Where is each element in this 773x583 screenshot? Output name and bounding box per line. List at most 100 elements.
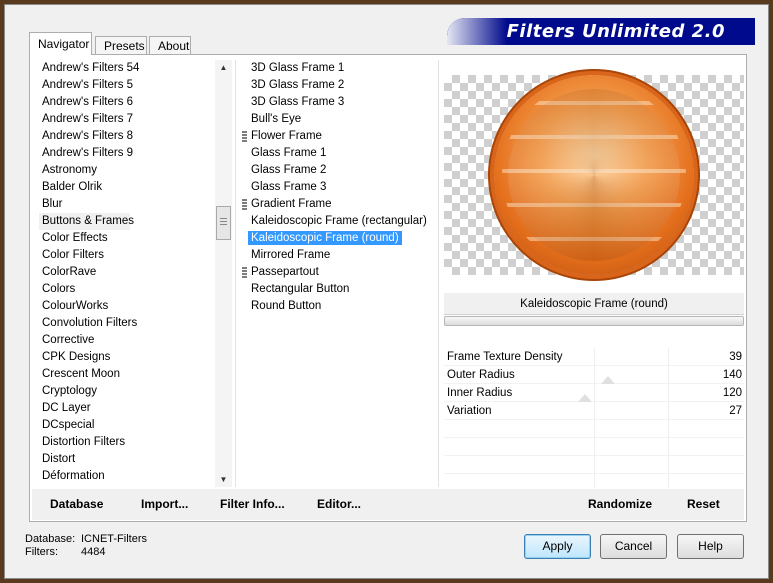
filter-item-label: Kaleidoscopic Frame (rectangular) <box>251 215 427 227</box>
filter-info-button[interactable]: Filter Info... <box>220 497 285 511</box>
filter-item[interactable]: Glass Frame 3 <box>244 179 429 196</box>
editor-button[interactable]: Editor... <box>317 497 361 511</box>
filter-item[interactable]: Rectangular Button <box>244 281 429 298</box>
filter-item-label: Bull's Eye <box>251 113 302 125</box>
param-label: Outer Radius <box>447 369 515 381</box>
preview-filter-name: Kaleidoscopic Frame (round) <box>444 293 744 315</box>
status-info: Database: ICNET-Filters Filters: 4484 <box>25 533 147 559</box>
slider-marker-icon <box>578 394 592 402</box>
filter-item[interactable]: 3D Glass Frame 1 <box>244 60 429 77</box>
category-item[interactable]: Crescent Moon <box>39 366 219 383</box>
filter-item-label: Passepartout <box>251 266 319 278</box>
param-label: Inner Radius <box>447 387 513 399</box>
param-empty-row <box>444 438 744 456</box>
param-frame-texture-density[interactable]: Frame Texture Density 39 <box>444 348 744 366</box>
category-item[interactable]: Astronomy <box>39 162 219 179</box>
param-empty-row <box>444 456 744 474</box>
param-value: 140 <box>722 369 742 381</box>
filter-item-label: Kaleidoscopic Frame (round) <box>248 231 402 245</box>
scroll-down-icon[interactable]: ▼ <box>219 475 228 484</box>
category-item[interactable]: Andrew's Filters 54 <box>39 60 219 77</box>
param-label: Variation <box>447 405 492 417</box>
preview-image <box>494 75 694 275</box>
category-item[interactable]: DC Layer <box>39 400 219 417</box>
category-item[interactable]: Andrew's Filters 6 <box>39 94 219 111</box>
randomize-button[interactable]: Randomize <box>588 497 652 511</box>
category-item[interactable]: Blur <box>39 196 219 213</box>
reset-button[interactable]: Reset <box>687 497 720 511</box>
banner-title: Filters Unlimited 2.0 <box>506 21 725 42</box>
database-button[interactable]: Database <box>50 497 103 511</box>
filter-item[interactable]: Gradient Frame <box>242 196 429 213</box>
category-item[interactable]: Color Effects <box>39 230 219 247</box>
filter-item-label: Rectangular Button <box>251 283 350 295</box>
import-button[interactable]: Import... <box>141 497 188 511</box>
tab-navigator[interactable]: Navigator <box>29 32 92 55</box>
category-item[interactable]: Andrew's Filters 7 <box>39 111 219 128</box>
filter-item[interactable]: Glass Frame 1 <box>244 145 429 162</box>
param-value: 27 <box>729 405 742 417</box>
category-item[interactable]: Cryptology <box>39 383 219 400</box>
filter-item-label: 3D Glass Frame 2 <box>251 79 345 91</box>
category-item[interactable]: Convolution Filters <box>39 315 219 332</box>
param-value: 39 <box>729 351 742 363</box>
filter-item-label: Glass Frame 1 <box>251 147 327 159</box>
database-label: Database: <box>25 533 76 545</box>
database-value: ICNET-Filters <box>81 533 147 545</box>
filter-item[interactable]: Round Button <box>244 298 429 315</box>
category-item[interactable]: Andrew's Filters 9 <box>39 145 219 162</box>
filter-item[interactable]: Flower Frame <box>242 128 429 145</box>
filter-item[interactable]: 3D Glass Frame 3 <box>244 94 429 111</box>
banner: Filters Unlimited 2.0 <box>447 18 755 45</box>
category-list[interactable]: Andrew's Filters 54 Andrew's Filters 5 And… <box>39 60 219 487</box>
filter-item[interactable]: Bull's Eye <box>244 111 429 128</box>
progress-bar <box>444 316 744 326</box>
tab-presets[interactable]: Presets <box>95 36 147 54</box>
tab-about[interactable]: About <box>149 36 191 54</box>
category-item[interactable]: Andrew's Filters 8 <box>39 128 219 145</box>
category-item[interactable]: ColourWorks <box>39 298 219 315</box>
param-inner-radius[interactable]: Inner Radius 120 <box>444 384 744 402</box>
filter-list[interactable]: 3D Glass Frame 1 3D Glass Frame 2 3D Glass… <box>242 60 429 315</box>
filter-item-label: 3D Glass Frame 1 <box>251 62 345 74</box>
category-scrollbar[interactable]: ▲ ▼ <box>215 60 232 487</box>
slider-marker-icon <box>601 376 615 384</box>
category-item[interactable]: Andrew's Filters 5 <box>39 77 219 94</box>
filter-item[interactable]: Glass Frame 2 <box>244 162 429 179</box>
param-outer-radius[interactable]: Outer Radius 140 <box>444 366 744 384</box>
param-value: 120 <box>722 387 742 399</box>
category-item[interactable]: Distort <box>39 451 219 468</box>
column-divider <box>438 60 439 487</box>
filter-item[interactable]: Mirrored Frame <box>244 247 429 264</box>
param-variation[interactable]: Variation 27 <box>444 402 744 420</box>
parameter-list: Frame Texture Density 39 Outer Radius 14… <box>444 348 744 492</box>
filter-item[interactable]: 3D Glass Frame 2 <box>244 77 429 94</box>
filter-item[interactable]: Kaleidoscopic Frame (rectangular) <box>244 213 429 230</box>
help-button[interactable]: Help <box>677 534 744 559</box>
cancel-button[interactable]: Cancel <box>600 534 667 559</box>
category-item[interactable]: Déformation <box>39 468 219 485</box>
param-label: Frame Texture Density <box>447 351 563 363</box>
category-item[interactable]: Color Filters <box>39 247 219 264</box>
category-item[interactable]: Colors <box>39 281 219 298</box>
category-item[interactable]: Buttons & Frames <box>39 213 134 230</box>
category-item[interactable]: ColorRave <box>39 264 219 281</box>
filter-item[interactable]: Kaleidoscopic Frame (round) <box>244 230 429 247</box>
action-bar: Database Import... Filter Info... Editor… <box>32 489 744 520</box>
dialog-window: Filters Unlimited 2.0 Navigator Presets … <box>4 4 769 579</box>
filter-item-label: Glass Frame 2 <box>251 164 327 176</box>
filter-item-label: Round Button <box>251 300 322 312</box>
filter-item-label: Glass Frame 3 <box>251 181 327 193</box>
category-item[interactable]: Distortion Filters <box>39 434 219 451</box>
filter-item[interactable]: Passepartout <box>242 264 429 281</box>
apply-button[interactable]: Apply <box>524 534 591 559</box>
scroll-thumb[interactable] <box>216 206 231 240</box>
category-item[interactable]: DCspecial <box>39 417 219 434</box>
category-item[interactable]: Corrective <box>39 332 219 349</box>
category-item[interactable]: CPK Designs <box>39 349 219 366</box>
preview-area <box>444 75 744 275</box>
filters-count: 4484 <box>81 546 106 558</box>
scroll-up-icon[interactable]: ▲ <box>219 63 228 72</box>
category-item[interactable]: Balder Olrik <box>39 179 219 196</box>
param-empty-row <box>444 420 744 438</box>
